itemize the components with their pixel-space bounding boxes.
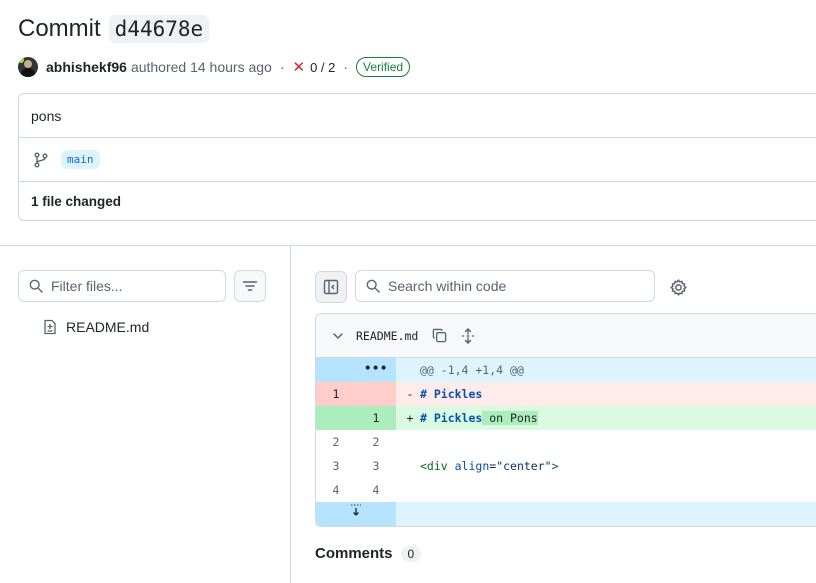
filter-files-input[interactable] [51, 278, 211, 294]
author-link[interactable]: abhishekf96 [46, 59, 127, 75]
old-line-number[interactable]: 3 [316, 454, 356, 478]
commit-title-word: Commit [18, 15, 101, 42]
x-icon[interactable]: ✕ [293, 60, 306, 75]
avatar[interactable] [18, 57, 38, 77]
copy-icon [433, 328, 447, 343]
pane-divider[interactable] [290, 246, 291, 583]
search-icon [366, 279, 380, 293]
section-divider [0, 245, 816, 246]
new-line-number[interactable]: 3 [356, 454, 396, 478]
expand-down-row [316, 502, 816, 526]
diff-line-context: 2 2 [316, 430, 816, 454]
file-tree-item-readme[interactable]: README.md [42, 316, 149, 338]
expand-down-button[interactable] [316, 502, 396, 526]
commit-sha[interactable]: d44678e [108, 15, 210, 43]
diff-line-context: 4 4 [316, 478, 816, 502]
diff-line-added: 1 + # Pickles on Pons [316, 406, 816, 430]
commit-meta: abhishekf96 authored 14 hours ago · ✕ 0 … [18, 56, 411, 78]
comments-heading: Comments [315, 545, 393, 562]
search-code-field[interactable] [355, 270, 655, 302]
filter-options-button[interactable] [234, 270, 266, 302]
toggle-file-tree-button[interactable] [315, 271, 347, 303]
branch-row: main [19, 138, 816, 182]
old-line-number[interactable]: 1 [316, 382, 356, 406]
copy-path-button[interactable] [432, 328, 447, 343]
hunk-header: @@ -1,4 +1,4 @@ [396, 358, 816, 382]
file-tree-item-label: README.md [66, 319, 150, 335]
comments-count: 0 [400, 545, 422, 562]
new-line-number[interactable]: 1 [356, 406, 396, 430]
line-code: + # Pickles on Pons [396, 406, 816, 430]
search-icon [29, 279, 43, 293]
gear-icon[interactable] [670, 279, 687, 296]
files-changed-row: 1 file changed [19, 182, 816, 220]
commit-title: Commit d44678e [18, 10, 210, 48]
commit-info-box: pons main 1 file changed [18, 93, 816, 221]
git-branch-icon [34, 152, 48, 167]
commit-message-row: pons [19, 94, 816, 138]
separator-dot: · [279, 59, 285, 75]
checks-count[interactable]: 0 / 2 [310, 60, 335, 75]
comments-section: Comments 0 [315, 545, 422, 562]
expand-up-button[interactable]: ••• [316, 358, 396, 382]
unfold-icon [462, 327, 475, 344]
search-code-input[interactable] [388, 278, 628, 294]
new-line-number[interactable]: 2 [356, 430, 396, 454]
line-code: <div align="center"> [420, 459, 559, 473]
separator-dot: · [343, 59, 349, 75]
diff-line-context: 3 3 <div align="center"> [316, 454, 816, 478]
verified-badge[interactable]: Verified [356, 57, 411, 77]
files-changed-count: 1 file changed [31, 193, 122, 209]
branch-link[interactable]: main [61, 150, 100, 169]
filter-files-field[interactable] [18, 270, 226, 302]
file-name[interactable]: README.md [356, 329, 418, 343]
authored-time: authored 14 hours ago [130, 59, 272, 75]
file-diff-icon [44, 319, 56, 335]
chevron-down-icon[interactable] [332, 330, 344, 342]
old-line-number[interactable]: 4 [316, 478, 356, 502]
sidebar-collapse-icon [323, 279, 339, 295]
file-diff: README.md ••• @@ -1,4 +1,4 @@ 1 - # Pickl… [315, 313, 816, 527]
arrow-down-icon [351, 504, 361, 516]
expand-all-button[interactable] [461, 327, 475, 344]
old-line-number[interactable]: 2 [316, 430, 356, 454]
filter-icon [242, 281, 258, 291]
old-line-number[interactable] [316, 406, 356, 430]
diff-line-deleted: 1 - # Pickles [316, 382, 816, 406]
commit-message: pons [31, 107, 62, 124]
file-diff-header: README.md [316, 314, 816, 358]
hunk-header-row: ••• @@ -1,4 +1,4 @@ [316, 358, 816, 382]
new-line-number[interactable]: 4 [356, 478, 396, 502]
line-code: - # Pickles [396, 382, 816, 406]
commit-header: Commit d44678e [18, 10, 210, 48]
new-line-number[interactable] [356, 382, 396, 406]
